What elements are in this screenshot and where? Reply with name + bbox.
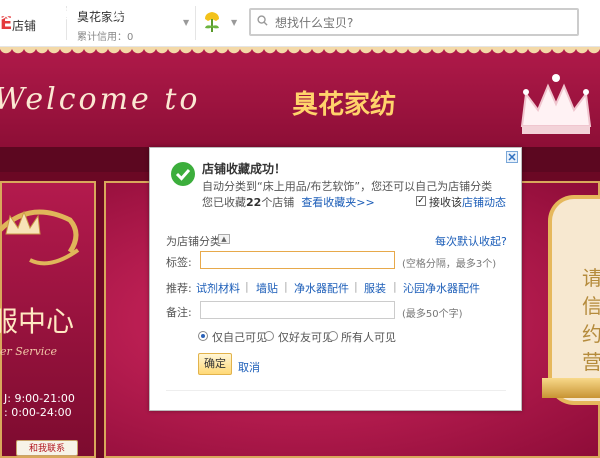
divider: | [245, 280, 249, 293]
category-label: 为店铺分类 [166, 235, 221, 248]
shop-updates-link[interactable]: 店铺动态 [462, 196, 506, 209]
crown-icon [520, 74, 592, 134]
recommend-tag[interactable]: 服装 [364, 280, 386, 296]
frame-text: 信 [582, 294, 600, 318]
favorite-count: 22 [246, 196, 262, 209]
count-suffix: 个店铺 [261, 196, 295, 209]
search-icon [257, 15, 268, 26]
close-icon[interactable] [506, 151, 518, 163]
tag-label: 标签: [166, 256, 192, 269]
tag-input[interactable] [200, 251, 395, 269]
gold-ribbon [542, 378, 600, 398]
default-collapse-link[interactable]: 每次默认收起? [435, 233, 507, 249]
search-box[interactable] [249, 8, 579, 36]
nav-item-categories[interactable]: 类 [0, 5, 12, 22]
shop-logo-label[interactable]: 店铺 [12, 17, 36, 34]
divider: | [284, 280, 288, 293]
service-hours: : 0:00-24:00 [4, 406, 72, 419]
chevron-down-icon[interactable]: ∨ [18, 7, 25, 17]
note-label: 备注: [166, 306, 192, 319]
visibility-radio-self[interactable] [198, 331, 208, 341]
divider: | [354, 280, 358, 293]
search-input[interactable] [273, 10, 577, 36]
success-check-icon [171, 162, 195, 186]
divider [195, 6, 196, 40]
recommend-tag[interactable]: 墙贴 [256, 280, 278, 296]
count-prefix: 您已收藏 [202, 196, 246, 209]
banner-scallop-trim [0, 47, 600, 59]
divider [166, 390, 506, 391]
receive-updates-label: 接收该店铺动态 [429, 194, 506, 210]
receive-prefix: 接收该 [429, 196, 462, 209]
recommend-tag[interactable]: 试剂材料 [196, 280, 240, 296]
banner-brand-name: 臭花家纺 [292, 90, 397, 120]
divider: | [393, 280, 397, 293]
dialog-count-message: 您已收藏22个店铺 查看收藏夹>> [202, 194, 375, 210]
frame-text: 营 [582, 350, 600, 374]
note-hint: (最多50个字) [402, 309, 463, 320]
tag-hint: (空格分隔，最多3个) [402, 259, 497, 270]
recommend-tag[interactable]: 净水器配件 [294, 280, 349, 296]
receive-updates-checkbox[interactable]: ✓ [416, 196, 426, 206]
service-hours: J: 9:00-21:00 [4, 392, 75, 405]
service-center-title: 服中心 [0, 305, 75, 338]
confirm-button[interactable]: 确定 [198, 353, 232, 375]
shop-credit: 累计信用：0 [77, 32, 134, 43]
service-center-subtitle: er Service [0, 345, 57, 358]
visibility-label: 仅自己可见 [212, 331, 267, 344]
note-input[interactable] [200, 301, 395, 319]
frame-text: 请 [582, 266, 600, 290]
recommend-label: 推荐: [166, 282, 192, 295]
nav-item-home[interactable]: 首页 [52, 5, 76, 22]
chevron-down-icon[interactable]: ▼ [183, 18, 189, 27]
visibility-radio-friends[interactable] [264, 331, 274, 341]
view-favorites-link[interactable]: 查看收藏夹>> [301, 196, 374, 209]
contact-me-button[interactable]: 和我联系 [16, 440, 78, 456]
banner-welcome-text: Welcome to [0, 82, 201, 117]
collapse-toggle-icon[interactable]: ▲ [218, 234, 230, 244]
visibility-radio-all[interactable] [328, 331, 338, 341]
visibility-label: 仅好友可见 [278, 331, 333, 344]
chevron-down-icon[interactable]: ▼ [231, 18, 237, 27]
dialog-category-message: 自动分类到“床上用品/布艺软饰”，您还可以自己为店铺分类 [202, 180, 493, 193]
nav-item-shop-intro[interactable]: 店铺介 [110, 5, 146, 22]
laurel-crown-icon [0, 209, 80, 266]
visibility-label: 所有人可见 [341, 331, 396, 344]
recommend-tag[interactable]: 沁园净水器配件 [403, 280, 480, 296]
cancel-link[interactable]: 取消 [238, 359, 260, 375]
seller-rank-badge-icon[interactable] [201, 10, 223, 34]
frame-text: 约 [582, 322, 600, 346]
dialog-title: 店铺收藏成功！ [202, 162, 287, 176]
